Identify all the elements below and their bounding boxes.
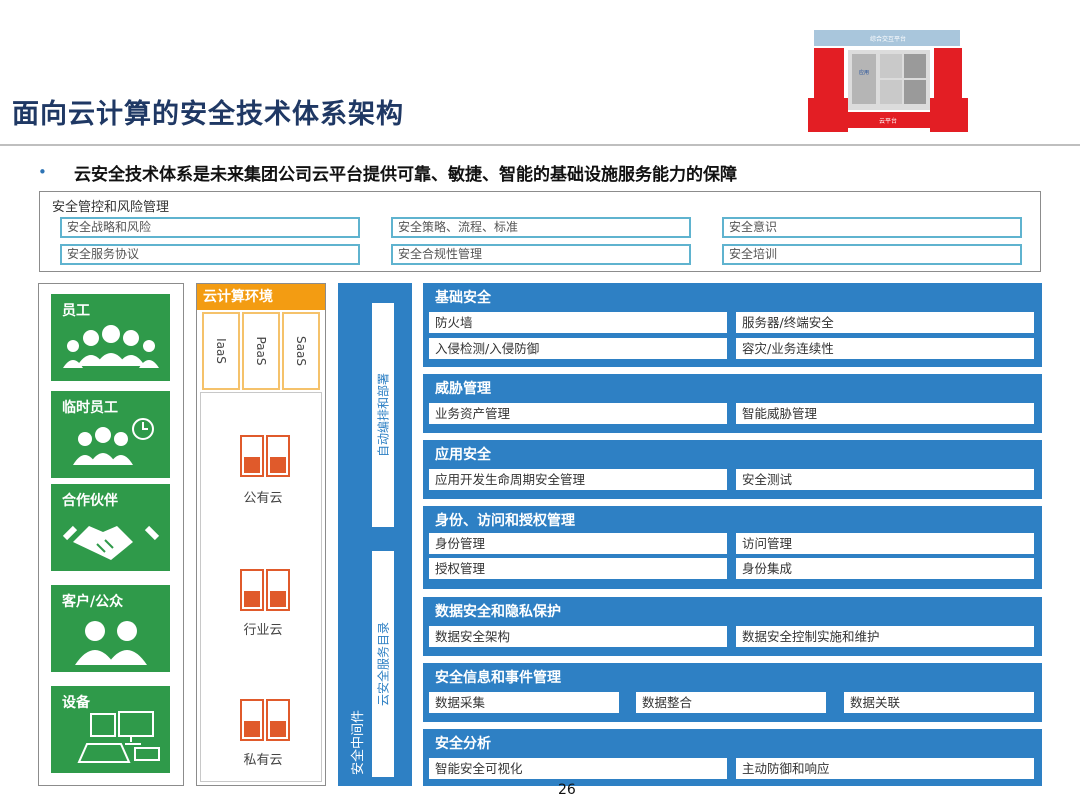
graphic-top-label: 综合交互平台 [870, 35, 906, 43]
domain-data-privacy: 数据安全和隐私保护 数据安全架构 数据安全控制实施和维护 [423, 597, 1042, 656]
domain-identity-access: 身份、访问和授权管理 身份管理 访问管理 授权管理 身份集成 [423, 506, 1042, 589]
security-middleware-panel: 自动编排和部署 云安全服务目录 安全中间件 [338, 283, 412, 786]
gov-item-compliance: 安全合规性管理 [391, 244, 691, 265]
domain-item: 服务器/终端安全 [736, 312, 1034, 333]
domain-item: 智能威胁管理 [736, 403, 1034, 424]
service-iaas: IaaS [202, 312, 240, 390]
public-cloud-label: 公有云 [243, 491, 283, 506]
page-title: 面向云计算的安全技术体系架构 [12, 99, 404, 130]
service-catalog-bar: 云安全服务目录 [372, 551, 394, 777]
domain-title: 威胁管理 [435, 381, 491, 397]
domain-item: 应用开发生命周期安全管理 [429, 469, 727, 490]
user-tile-customers: 客户/公众 [51, 585, 170, 672]
domain-title: 身份、访问和授权管理 [435, 513, 575, 529]
public-cloud-server-icon [240, 435, 290, 477]
domain-item: 主动防御和响应 [736, 758, 1034, 779]
cloud-platform-graphic: 综合交互平台 云平台 应用 [808, 30, 968, 132]
security-governance-panel: 安全管控和风险管理 安全战略和风险 安全策略、流程、标准 安全意识 安全服务协议… [39, 191, 1041, 272]
cloud-env-title: 云计算环境 [197, 284, 325, 310]
governance-title: 安全管控和风险管理 [52, 200, 170, 215]
domain-security-analytics: 安全分析 智能安全可视化 主动防御和响应 [423, 729, 1042, 786]
domain-item: 数据整合 [636, 692, 826, 713]
svg-text:应用: 应用 [859, 69, 869, 76]
domain-item: 业务资产管理 [429, 403, 727, 424]
domain-item: 安全测试 [736, 469, 1034, 490]
service-saas: SaaS [282, 312, 320, 390]
user-tile-partners: 合作伙伴 [51, 484, 170, 571]
domain-item: 授权管理 [429, 558, 727, 579]
domain-basic-security: 基础安全 防火墙 服务器/终端安全 入侵检测/入侵防御 容灾/业务连续性 [423, 283, 1042, 367]
service-paas: PaaS [242, 312, 280, 390]
industry-cloud-server-icon [240, 569, 290, 611]
handshake-icon [62, 525, 160, 560]
domain-title: 应用安全 [435, 447, 491, 463]
domain-item: 访问管理 [736, 533, 1034, 554]
industry-cloud-label: 行业云 [243, 623, 283, 638]
domain-item: 数据采集 [429, 692, 619, 713]
gov-item-strategy-risk: 安全战略和风险 [60, 217, 360, 238]
auto-orchestration-bar: 自动编排和部署 [372, 303, 394, 527]
users-panel: 员工 临时员工 合作伙伴 客户/公众 设备 [38, 283, 184, 786]
domain-siem: 安全信息和事件管理 数据采集 数据整合 数据关联 [423, 663, 1042, 722]
domain-item: 防火墙 [429, 312, 727, 333]
domain-item: 容灾/业务连续性 [736, 338, 1034, 359]
graphic-bottom-label: 云平台 [879, 117, 897, 125]
domain-threat-management: 威胁管理 业务资产管理 智能威胁管理 [423, 374, 1042, 433]
customers-icon [75, 621, 147, 665]
domain-item: 智能安全可视化 [429, 758, 727, 779]
slide-subtitle: 云安全技术体系是未来集团公司云平台提供可靠、敏捷、智能的基础设施服务能力的保障 [74, 165, 737, 185]
gov-item-service-agreement: 安全服务协议 [60, 244, 360, 265]
domain-item: 身份集成 [736, 558, 1034, 579]
domain-application-security: 应用安全 应用开发生命周期安全管理 安全测试 [423, 440, 1042, 499]
private-cloud-server-icon [240, 699, 290, 741]
bullet-icon: • [38, 163, 47, 181]
domain-title: 安全分析 [435, 736, 491, 752]
devices-icon [77, 711, 160, 763]
domain-item: 数据安全控制实施和维护 [736, 626, 1034, 647]
gov-item-policy-process: 安全策略、流程、标准 [391, 217, 691, 238]
title-divider [0, 144, 1080, 146]
temp-staff-clock-icon [73, 418, 154, 465]
domain-item: 数据安全架构 [429, 626, 727, 647]
user-tile-temp-staff: 临时员工 [51, 391, 170, 478]
domain-title: 基础安全 [435, 290, 491, 306]
employees-icon [63, 325, 159, 368]
cloud-deployments: 公有云 行业云 私有云 [200, 392, 322, 782]
user-tile-devices: 设备 [51, 686, 170, 773]
page-number: 26 [558, 782, 576, 798]
cloud-environment-panel: 云计算环境 IaaS PaaS SaaS 公有云 行业云 私有云 [196, 283, 326, 786]
domain-title: 数据安全和隐私保护 [435, 604, 561, 620]
domain-title: 安全信息和事件管理 [435, 670, 561, 686]
domain-item: 入侵检测/入侵防御 [429, 338, 727, 359]
gov-item-training: 安全培训 [722, 244, 1022, 265]
domain-item: 数据关联 [844, 692, 1034, 713]
domain-item: 身份管理 [429, 533, 727, 554]
user-tile-employees: 员工 [51, 294, 170, 381]
private-cloud-label: 私有云 [243, 753, 283, 768]
gov-item-awareness: 安全意识 [722, 217, 1022, 238]
